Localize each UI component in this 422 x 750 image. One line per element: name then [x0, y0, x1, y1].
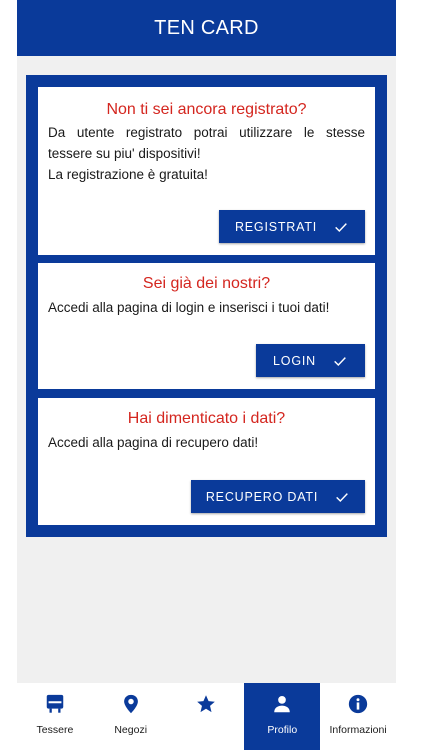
card-icon [46, 694, 64, 713]
register-card-text: La registrazione è gratuita! [48, 167, 208, 182]
person-icon [274, 696, 291, 713]
login-card-title: Sei già dei nostri? [142, 275, 271, 292]
register-card-text: Da utente registrato potrai utilizzare l… [48, 125, 365, 161]
nav-item-profilo[interactable]: Profilo [244, 683, 321, 750]
nav-label: Negozi [114, 724, 148, 736]
recovery-button-label: RECUPERO DATI [205, 489, 319, 504]
login-button-label: LOGIN [273, 353, 316, 368]
nav-item-preferiti[interactable] [169, 683, 245, 750]
location-pin-icon [123, 694, 138, 714]
nav-item-informazioni[interactable]: Informazioni [320, 683, 396, 750]
login-card: Sei già dei nostri? Accedi alla pagina d… [38, 263, 375, 389]
nav-item-tessere[interactable]: Tessere [17, 683, 93, 750]
nav-label: Profilo [267, 724, 298, 736]
star-icon [197, 695, 216, 713]
nav-item-negozi[interactable]: Negozi [93, 683, 169, 750]
bottom-navigation: Tessere Negozi Profilo Informazioni [17, 683, 396, 750]
recovery-card-text: Accedi alla pagina di recupero dati! [48, 435, 259, 450]
login-button[interactable]: LOGIN [256, 344, 365, 377]
login-card-body: Accedi alla pagina di login e inserisci … [48, 297, 365, 318]
register-card: Non ti sei ancora registrato? Da utente … [38, 87, 375, 255]
register-button[interactable]: REGISTRATI [219, 210, 365, 243]
login-card-text: Accedi alla pagina di login e inserisci … [48, 300, 330, 315]
recovery-card-title: Hai dimenticato i dati? [127, 410, 286, 427]
recovery-card: Hai dimenticato i dati? Accedi alla pagi… [38, 398, 375, 525]
app-title: TEN CARD [154, 16, 259, 39]
nav-label: Informazioni [329, 724, 387, 736]
recovery-button[interactable]: RECUPERO DATI [191, 480, 365, 513]
check-icon [335, 222, 347, 232]
register-card-title: Non ti sei ancora registrato? [106, 101, 307, 118]
nav-label: Tessere [36, 724, 74, 736]
app-bar: TEN CARD [17, 0, 396, 56]
register-card-body: Da utente registrato potrai utilizzare l… [48, 122, 365, 185]
check-icon [336, 492, 348, 502]
app-screen: TEN CARD Non ti sei ancora registrato? D… [17, 0, 396, 750]
info-icon [348, 694, 368, 714]
check-icon [334, 356, 346, 366]
register-button-label: REGISTRATI [234, 219, 318, 234]
profile-panel: Non ti sei ancora registrato? Da utente … [26, 75, 387, 537]
recovery-card-body: Accedi alla pagina di recupero dati! [48, 432, 365, 453]
